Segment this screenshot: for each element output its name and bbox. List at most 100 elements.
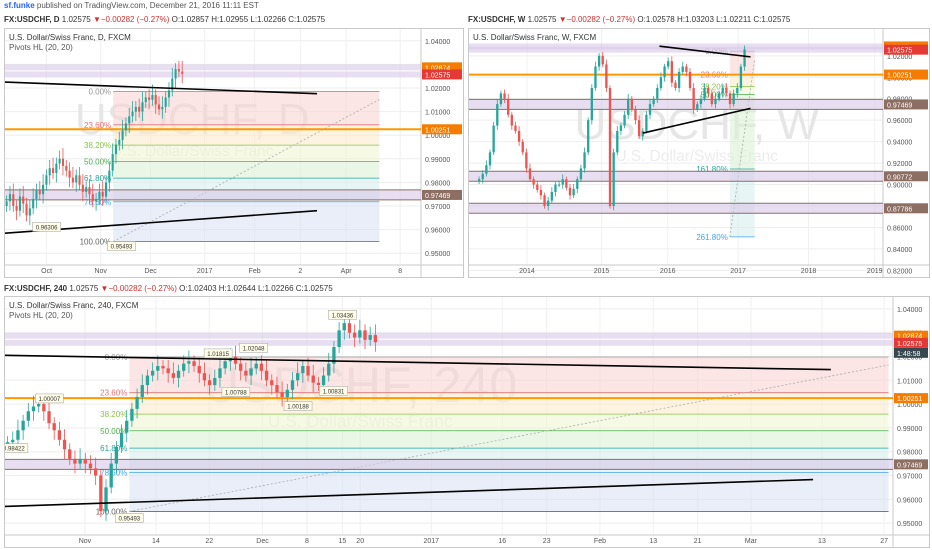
y-tick-label: 1.04000 <box>897 307 922 314</box>
candle-body <box>590 88 593 121</box>
daily-chart-panel[interactable]: 1.040001.030001.020001.010001.000000.990… <box>4 28 464 278</box>
daily-high: H:1.02955 <box>211 15 249 24</box>
candle-body <box>363 330 367 340</box>
weekly-chart-panel[interactable]: 1.020001.000000.980000.960000.940000.920… <box>468 28 930 278</box>
candle-body <box>68 170 71 178</box>
h4-chart-panel[interactable]: 1.040001.030001.020001.010001.000000.990… <box>4 296 930 548</box>
candle-body <box>130 408 134 421</box>
candle-body <box>608 88 612 206</box>
candle-body <box>290 380 295 390</box>
pivot-band <box>5 332 893 339</box>
candle-body <box>728 93 732 105</box>
weekly-header: FX:USDCHF, W 1.02575 ▼−0.00282 (−0.27%) … <box>468 15 790 24</box>
candle-body <box>75 175 78 183</box>
y-tick-label: 0.96000 <box>897 497 922 504</box>
daily-last: 1.02575 <box>61 15 91 24</box>
fib-level-label: 100.00% <box>80 238 112 247</box>
h4-symbol: FX:USDCHF, 240 <box>4 284 68 293</box>
candle-body <box>623 114 626 126</box>
h4-last: 1.02575 <box>69 284 99 293</box>
candle-body <box>539 189 543 196</box>
x-tick-label: 2 <box>298 268 302 275</box>
y-tick-label: 0.99000 <box>425 157 450 164</box>
candle-body <box>368 335 372 340</box>
pivot-label: 0.95493 <box>118 516 140 522</box>
fib-level-label: 38.20% <box>84 141 111 150</box>
price-axis-tag-label: 0.90772 <box>887 174 912 181</box>
candle-body <box>525 152 528 169</box>
candle-body <box>342 323 346 331</box>
candle-body <box>732 93 735 105</box>
candle-body <box>223 361 227 369</box>
candle-body <box>254 363 258 369</box>
candle-body <box>101 191 104 197</box>
candle-body <box>166 368 170 374</box>
daily-change: −0.00282 (−0.27%) <box>100 15 170 24</box>
candle-body <box>572 188 575 196</box>
candle-body <box>547 200 550 206</box>
weekly-chart[interactable]: 1.020001.000000.980000.960000.940000.920… <box>469 29 929 277</box>
candle-body <box>37 404 41 407</box>
candle-body <box>536 184 539 190</box>
y-tick-label: 1.04000 <box>425 39 450 46</box>
pivot-label: 0.98422 <box>5 447 25 453</box>
candle-body <box>528 168 532 180</box>
y-tick-label: 0.95000 <box>425 251 450 258</box>
candle-body <box>42 404 46 412</box>
fib-zone <box>113 124 380 146</box>
candle-body <box>134 106 137 112</box>
pivot-band <box>5 339 893 346</box>
x-tick-label: 2014 <box>519 268 535 275</box>
candle-body <box>197 366 201 374</box>
candle-body <box>78 175 81 185</box>
candle-body <box>656 88 659 99</box>
y-tick-label: 0.94000 <box>887 140 912 147</box>
candle-body <box>51 168 55 173</box>
candle-body <box>167 90 171 98</box>
price-axis-tag-label: 1.02575 <box>425 72 450 79</box>
candle-body <box>171 373 176 378</box>
candle-body <box>22 196 25 204</box>
author-link[interactable]: sf.funke <box>4 1 35 10</box>
price-axis-tag-label: 0.97469 <box>897 462 922 469</box>
candle-body <box>38 189 41 195</box>
candle-body <box>16 430 20 440</box>
pivot-band <box>5 71 421 78</box>
y-tick-label: 0.82000 <box>887 268 912 275</box>
candle-body <box>736 88 739 94</box>
candle-body <box>78 458 82 464</box>
x-tick-label: 15 <box>339 538 347 545</box>
candle-body <box>316 382 321 386</box>
candle-body <box>637 120 641 137</box>
x-tick-label: 2017 <box>197 268 213 275</box>
candle-body <box>154 95 157 105</box>
down-arrow-icon: ▼ <box>558 15 567 24</box>
price-axis-tag-label: 0.87786 <box>887 206 912 213</box>
candle-body <box>311 375 315 383</box>
candle-body <box>565 179 568 188</box>
candle-body <box>57 430 62 440</box>
publisher-line: sf.funke published on TradingView.com, D… <box>4 1 259 10</box>
candle-body <box>156 366 160 371</box>
down-arrow-icon: ▼ <box>92 15 101 24</box>
h4-chart[interactable]: 1.040001.030001.020001.010001.000000.990… <box>5 297 929 547</box>
daily-close: C:1.02575 <box>288 15 326 24</box>
fib-zone <box>113 201 380 242</box>
daily-chart[interactable]: 1.040001.030001.020001.010001.000000.990… <box>5 29 463 277</box>
candle-body <box>244 370 248 376</box>
candle-body <box>239 363 243 371</box>
weekly-low: L:1.02211 <box>716 15 752 24</box>
candle-body <box>674 82 677 88</box>
candle-body <box>8 194 12 202</box>
candle-body <box>270 380 274 386</box>
candle-body <box>517 130 521 142</box>
candle-body <box>550 192 553 201</box>
x-tick-label: Nov <box>94 268 107 275</box>
candle-body <box>145 375 150 386</box>
candle-body <box>477 179 481 182</box>
h4-header: FX:USDCHF, 240 1.02575 ▼−0.00282 (−0.27%… <box>4 284 333 293</box>
fib-zone <box>113 161 380 179</box>
x-tick-label: 2018 <box>801 268 817 275</box>
candle-body <box>594 66 597 88</box>
y-tick-label: 0.92000 <box>887 161 912 168</box>
